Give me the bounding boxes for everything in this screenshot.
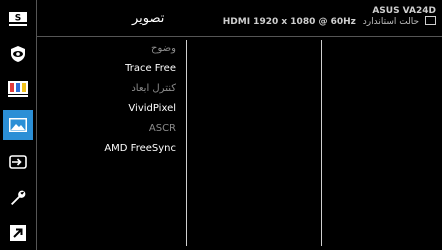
sidebar-item-splendid[interactable]: S — [3, 4, 33, 34]
sidebar-item-system-setup[interactable] — [3, 183, 33, 213]
wrench-icon — [9, 189, 27, 207]
sidebar-item-shortcut[interactable] — [3, 218, 33, 248]
menu-item-trace-free[interactable]: Trace Free — [70, 63, 176, 83]
header-bar: تصویر ASUS VA24D HDMI 1920 x 1080 @ 60Hz… — [36, 0, 442, 37]
osd-menu: S تصویر ASUS VA24D HDMI 1920 x 1080 @ 60… — [0, 0, 442, 250]
column-divider-2 — [321, 40, 322, 246]
sidebar: S — [0, 0, 37, 250]
sidebar-item-input-select[interactable] — [3, 147, 33, 177]
sidebar-item-color[interactable] — [3, 74, 33, 104]
color-bars-icon — [8, 81, 28, 97]
menu-item-sharpness[interactable]: وضوح — [70, 43, 176, 63]
column-divider-1 — [186, 40, 187, 246]
eye-care-icon — [9, 45, 27, 63]
image-icon — [9, 118, 27, 132]
splendid-mode: حالت استاندارد — [362, 17, 420, 27]
page-title: تصویر — [132, 11, 165, 26]
splendid-s-icon: S — [9, 12, 27, 26]
image-submenu: وضوح Trace Free کنترل ابعاد VividPixel A… — [70, 43, 176, 163]
monitor-model: ASUS VA24D — [372, 6, 436, 16]
monitor-icon — [425, 16, 436, 25]
status-info: ASUS VA24D HDMI 1920 x 1080 @ 60Hz حالت … — [223, 6, 436, 28]
menu-item-vividpixel[interactable]: VividPixel — [70, 103, 176, 123]
svg-text:S: S — [15, 14, 21, 24]
shortcut-arrow-icon — [10, 225, 26, 241]
signal-info: HDMI 1920 x 1080 @ 60Hz — [222, 17, 356, 27]
menu-item-ascr[interactable]: ASCR — [70, 123, 176, 143]
sidebar-item-eye-care[interactable] — [3, 39, 33, 69]
input-select-icon — [9, 155, 27, 169]
menu-item-aspect-control[interactable]: کنترل ابعاد — [70, 83, 176, 103]
sidebar-item-image[interactable] — [3, 110, 33, 140]
menu-item-amd-freesync[interactable]: AMD FreeSync — [70, 143, 176, 163]
